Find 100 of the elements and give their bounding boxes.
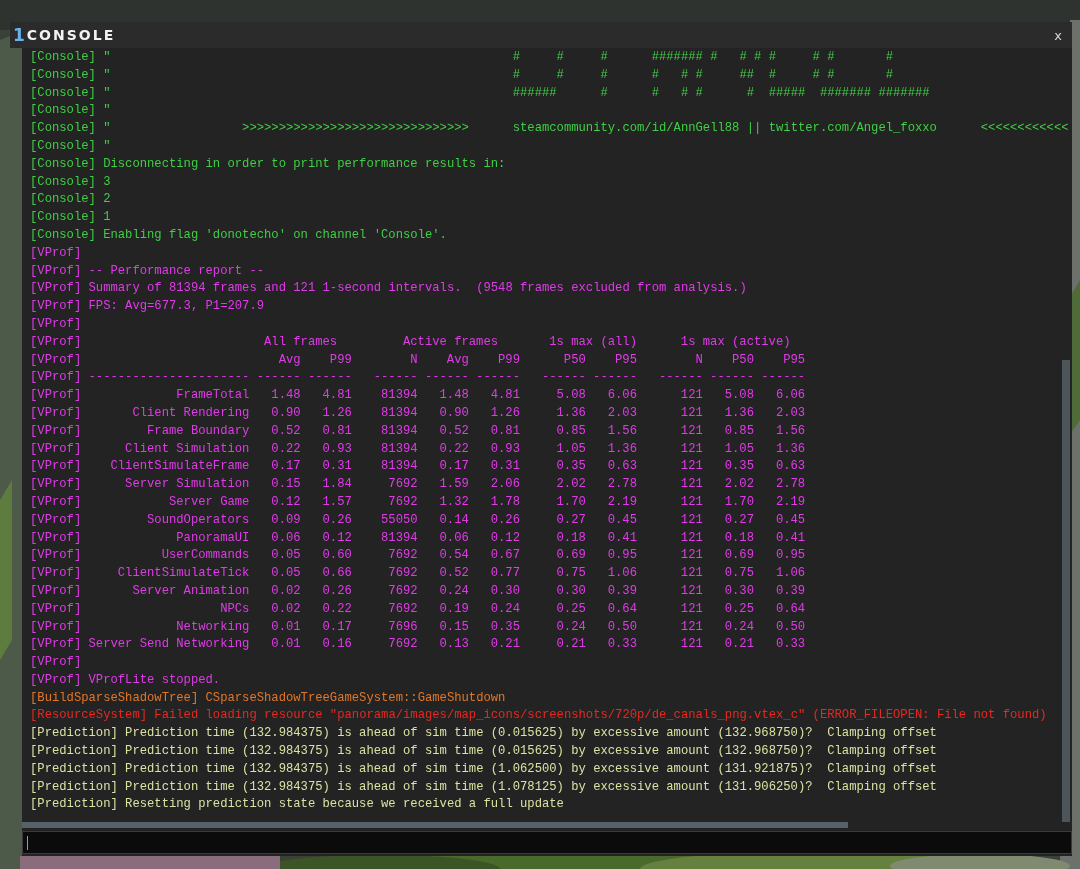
table-cell-text: 0.15 [438, 618, 469, 636]
table-cell-text: 2.19 [606, 493, 637, 511]
table-cell-text: 0.52 [438, 565, 469, 583]
table-cell-text: 121 [679, 458, 703, 476]
table-cell-text: 0.60 [321, 547, 352, 565]
log-message: Resetting prediction state because we received a full update [125, 796, 564, 814]
separator-dashes: ------ [372, 369, 418, 387]
table-cell-text: 0.41 [606, 529, 637, 547]
table-cell-text: 121 [679, 618, 703, 636]
column-group-heading: 1s max (active) [679, 333, 791, 351]
channel-tag: [Prediction] [30, 725, 118, 744]
table-cell-text: 1.36 [606, 440, 637, 458]
table-cell-text: 0.67 [489, 547, 520, 565]
log-message: -- Performance report -- [88, 262, 265, 280]
table-cell-text: 7692 [387, 636, 418, 654]
channel-tag: [VProf] [30, 547, 82, 566]
table-cell-text: 1.05 [723, 440, 754, 458]
row-label: PanoramaUI [175, 529, 250, 547]
table-cell-text: 7692 [387, 582, 418, 600]
table-cell-text: 0.14 [438, 511, 469, 529]
channel-tag: [VProf] [30, 422, 82, 441]
table-cell-text: 2.02 [723, 476, 754, 494]
table-cell-text: 0.02 [270, 600, 301, 618]
table-cell-text: 0.39 [606, 582, 637, 600]
log-message: Prediction time (132.984375) is ahead of sim time (0.015625) by excessive amount (132.968750)? Clamping offset [125, 743, 937, 761]
log-message: " [103, 138, 111, 155]
close-button[interactable]: x [1050, 27, 1066, 43]
table-cell-text: 4.81 [321, 387, 352, 405]
horizontal-scrollbar[interactable] [22, 822, 848, 828]
channel-tag: [Console] [30, 209, 96, 227]
table-cell-text: 0.21 [555, 636, 586, 654]
table-cell-text: 0.64 [774, 600, 806, 618]
column-heading: P99 [328, 351, 352, 369]
table-cell-text: 2.78 [606, 476, 637, 494]
channel-tag: [VProf] [30, 636, 82, 655]
table-cell-text: 0.85 [555, 422, 586, 440]
table-cell-text: 0.05 [270, 565, 301, 583]
table-cell-text: 0.33 [606, 636, 637, 654]
table-cell-text: 0.17 [438, 458, 469, 476]
channel-tag: [VProf] [30, 262, 82, 281]
table-cell-text: 5.08 [555, 387, 586, 405]
table-cell-text: 121 [679, 476, 703, 494]
table-cell-text: 1.05 [555, 440, 586, 458]
channel-tag: [Console] [30, 102, 96, 121]
table-cell-text: 1.56 [606, 422, 637, 440]
row-label: Client Simulation [124, 440, 250, 458]
table-cell-text: 0.93 [321, 440, 352, 458]
table-cell-text: 0.66 [321, 565, 352, 583]
log-message: Disconnecting in order to print performance results in: [103, 155, 506, 173]
row-label: Networking [175, 618, 250, 636]
log-message: Prediction time (132.984375) is ahead of sim time (1.078125) by excessive amount (131.906250)? Clamping offset [125, 778, 937, 796]
table-cell-text: 0.41 [774, 529, 806, 547]
table-cell-text: 1.84 [321, 476, 352, 494]
channel-tag: [VProf] [30, 404, 82, 423]
table-cell-text: 0.63 [606, 458, 637, 476]
table-cell-text: 0.50 [606, 618, 637, 636]
table-cell-text: 2.02 [555, 476, 586, 494]
log-message: Enabling flag 'donotecho' on channel 'Console'. [103, 226, 447, 244]
table-cell-text: 0.12 [321, 529, 352, 547]
vertical-scrollbar[interactable] [1062, 360, 1070, 822]
log-message: Summary of 81394 frames and 121 1-second intervals. (9548 frames excluded from analysis.) [88, 280, 747, 298]
table-cell-text: 2.03 [606, 404, 637, 422]
table-cell-text: 0.01 [270, 618, 301, 636]
table-cell-text: 0.02 [270, 582, 301, 600]
table-cell-text: 0.63 [774, 458, 806, 476]
table-cell-text: 2.19 [774, 493, 806, 511]
table-cell-text: 0.33 [774, 636, 806, 654]
table-cell-text: 0.39 [774, 582, 806, 600]
table-cell-text: 0.45 [606, 511, 637, 529]
column-heading: P95 [614, 351, 637, 369]
table-cell-text: 0.01 [270, 636, 301, 654]
table-cell-text: 0.75 [555, 565, 586, 583]
channel-tag: [VProf] [30, 369, 82, 388]
row-label: SoundOperators [146, 511, 250, 529]
row-label: Server Simulation [124, 476, 250, 494]
table-cell-text: 0.13 [438, 636, 469, 654]
column-heading: N [409, 351, 418, 369]
table-cell-text: 2.06 [489, 476, 520, 494]
channel-tag: [VProf] [30, 333, 82, 352]
table-cell-text: 0.25 [555, 600, 586, 618]
table-cell-text: 0.81 [321, 422, 352, 440]
channel-tag: [Console] [30, 155, 96, 174]
separator-dashes: ------ [592, 369, 637, 387]
row-label: Frame Boundary [146, 422, 250, 440]
row-label: FrameTotal [175, 387, 250, 405]
table-cell-text: 121 [679, 440, 703, 458]
column-heading: N [694, 351, 703, 369]
table-cell-text: 1.06 [606, 565, 637, 583]
channel-tag: [ResourceSystem] [30, 707, 148, 726]
table-cell-text: 121 [679, 422, 703, 440]
table-cell-text: 0.12 [270, 493, 301, 511]
table-cell-text: 7692 [387, 600, 418, 618]
table-cell-text: 1.36 [723, 404, 754, 422]
input-field[interactable] [22, 831, 1072, 854]
table-cell-text: 1.48 [438, 387, 469, 405]
table-cell-text: 1.57 [321, 493, 352, 511]
table-cell-text: 81394 [380, 404, 418, 422]
table-cell-text: 0.30 [555, 582, 586, 600]
table-cell-text: 0.95 [774, 547, 806, 565]
channel-tag: [Prediction] [30, 760, 118, 779]
